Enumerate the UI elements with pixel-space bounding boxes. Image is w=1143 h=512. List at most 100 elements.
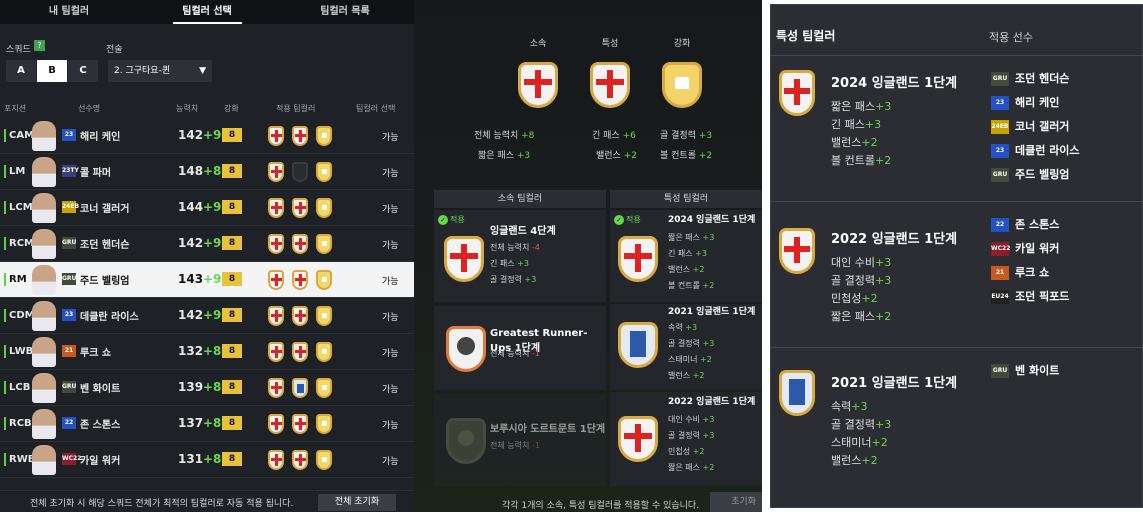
table-row[interactable]: RWB WC22 카일 워커 131 +8 8 가능 [0, 442, 414, 478]
availability-label[interactable]: 가능 [382, 454, 399, 467]
season-badge: GRU [62, 381, 76, 393]
panel-player[interactable]: GRU 벤 화이트 [991, 362, 1059, 378]
panel-player[interactable]: GRU 조던 헨더슨 [991, 70, 1069, 86]
tab-my-teamcolor[interactable]: 내 팀컬러 [0, 0, 138, 24]
table-row[interactable]: RM GRU 주드 벨링엄 143 +9 8 가능 [0, 262, 414, 298]
panel-player[interactable]: 23 데클런 라이스 [991, 142, 1080, 158]
panel-player[interactable]: WC22 카일 워커 [991, 240, 1059, 256]
position-label: RWB [4, 453, 35, 466]
squad-b-button[interactable]: B [37, 60, 67, 82]
panel-player[interactable]: 23 해리 케인 [991, 94, 1059, 110]
england-crest-icon [268, 270, 284, 290]
club-card-runnerups[interactable]: Greatest Runner-Ups 1단계 전체 능력치 -1 [434, 306, 606, 390]
reset-all-button[interactable]: 전체 초기화 [318, 494, 396, 511]
player-name: 데클란 라이스 [80, 312, 139, 323]
trait-card-2021[interactable]: 2021 잉글랜드 1단계 속력 +3 골 결정력 +3 스태미너 +2 밸런스… [610, 304, 762, 390]
england-2021-crest-icon [779, 370, 815, 416]
summary-stat: 전체 능력치 +8 [474, 131, 535, 141]
check-icon: ✓ [438, 215, 448, 225]
panel-player[interactable]: 21 루크 쇼 [991, 264, 1049, 280]
col-enhance: 강화 [224, 104, 239, 113]
player-name: 루크 쇼 [80, 348, 112, 359]
club-stat: 전체 능력치 -4 [490, 243, 540, 252]
club-card-dortmund[interactable]: 보루시아 도르트문트 1단계 전체 능력치 -1 [434, 394, 606, 486]
club-stat: 전체 능력치 -1 [490, 349, 540, 358]
col-player-name: 선수명 [78, 104, 101, 113]
england-crest-icon [292, 450, 308, 470]
panel-title: 특성 팀컬러 [776, 29, 836, 43]
table-row[interactable]: LM 23TY 콜 파머 148 +8 8 가능 [0, 154, 414, 190]
panel-player[interactable]: 24EB 코너 갤러거 [991, 118, 1069, 134]
table-row[interactable]: CDM 23 데클란 라이스 142 +9 8 가능 [0, 298, 414, 334]
trait-section-title: 특성 팀컬러 [610, 190, 762, 208]
player-avatar [32, 373, 56, 403]
panel-stat: 속력+3 [831, 400, 868, 413]
tab-teamcolor-list[interactable]: 팀컬러 목록 [276, 0, 414, 24]
availability-label[interactable]: 가능 [382, 202, 399, 215]
season-badge: 22 [991, 218, 1009, 232]
game-screen: 내 팀컬러 팀컬러 선택 팀컬러 목록 스쿼드 ? 전술 A B C 2. 그구… [0, 0, 762, 512]
availability-label[interactable]: 가능 [382, 238, 399, 251]
availability-label[interactable]: 가능 [382, 418, 399, 431]
trait-card-2022[interactable]: 2022 잉글랜드 1단계 대인 수비 +3 골 결정력 +3 민첩성 +2 짧… [610, 392, 762, 486]
england-2021-crest-icon [618, 322, 658, 368]
trait-stat: 밸런스 +2 [668, 371, 705, 380]
club-stat: 전체 능력치 -1 [490, 441, 540, 450]
availability-label[interactable]: 가능 [382, 274, 399, 287]
availability-label[interactable]: 가능 [382, 382, 399, 395]
position-label: LM [4, 165, 25, 178]
panel-stat: 스태미너+2 [831, 436, 888, 449]
availability-label[interactable]: 가능 [382, 310, 399, 323]
availability-label[interactable]: 가능 [382, 346, 399, 359]
panel-stat: 밸런스+2 [831, 136, 878, 149]
enhance-crest-icon [316, 126, 332, 146]
applied-badge: ✓ 적용 [438, 214, 465, 225]
england-crest-icon [268, 414, 284, 434]
help-icon[interactable]: ? [34, 40, 45, 51]
summary-stat: 긴 패스 +6 [592, 131, 636, 141]
panel-player[interactable]: EU24 조던 픽포드 [991, 288, 1069, 304]
player-avatar [32, 301, 56, 331]
player-name: 카일 워커 [80, 456, 121, 467]
england-crest-icon [779, 70, 815, 116]
table-row[interactable]: RCM GRU 조던 헨더슨 142 +9 8 가능 [0, 226, 414, 262]
england-crest-icon [268, 342, 284, 362]
season-badge: WC22 [991, 242, 1010, 256]
availability-label[interactable]: 가능 [382, 130, 399, 143]
enhance-level: 8 [222, 272, 242, 286]
england-crest-icon [444, 236, 484, 282]
check-icon: ✓ [614, 215, 624, 225]
table-row[interactable]: RCB 22 존 스톤스 137 +8 8 가능 [0, 406, 414, 442]
bottom-note: 각각 1개의 소속, 특성 팀컬러를 적용할 수 있습니다. [502, 501, 700, 511]
col-ovr: 능력치 [176, 104, 199, 113]
club-stat: 골 결정력 +3 [490, 275, 537, 284]
enhance-crest-icon [316, 378, 332, 398]
season-badge: GRU [62, 237, 76, 249]
player-ovr: 139 [178, 380, 204, 394]
squad-c-button[interactable]: C [68, 60, 98, 82]
ovr-bonus: +8 [203, 344, 222, 358]
squad-a-button[interactable]: A [6, 60, 36, 82]
panel-player[interactable]: GRU 주드 벨링엄 [991, 166, 1069, 182]
panel-block: 2022 잉글랜드 1단계 대인 수비+3 골 결정력+3 민첩성+2 짧은 패스+2 2… [771, 201, 1143, 347]
ovr-bonus: +9 [203, 272, 222, 286]
applied-badge: ✓ 적용 [614, 214, 641, 225]
reset-button[interactable]: 초기화 [710, 492, 762, 512]
cat-club: 소속 [529, 39, 547, 49]
tactic-dropdown[interactable]: 2. 그구타요-퀸 ▼ [108, 60, 212, 82]
england-2021-crest-icon [292, 378, 308, 398]
panel-block: 2024 잉글랜드 1단계 짧은 패스+3 긴 패스+3 밸런스+2 볼 컨트롤+2 GR… [771, 55, 1143, 201]
availability-label[interactable]: 가능 [382, 166, 399, 179]
club-name: 보루시아 도르트문트 1단계 [490, 424, 606, 435]
tab-teamcolor-select[interactable]: 팀컬러 선택 [138, 0, 276, 24]
table-row[interactable]: LCM 24EB 코너 갤러거 144 +9 8 가능 [0, 190, 414, 226]
table-row[interactable]: CAM 23 해리 케인 142 +9 8 가능 [0, 118, 414, 154]
table-row[interactable]: LWB 21 루크 쇼 132 +8 8 가능 [0, 334, 414, 370]
panel-player[interactable]: 22 존 스톤스 [991, 216, 1059, 232]
chevron-down-icon: ▼ [199, 66, 206, 76]
trait-stat: 짧은 패스 +2 [668, 463, 715, 472]
table-row[interactable]: LCB GRU 벤 화이트 139 +8 8 가능 [0, 370, 414, 406]
england-crest-icon [292, 126, 308, 146]
club-card-england[interactable]: ✓ 적용 잉글랜드 4단계 전체 능력치 -4 긴 패스 +3 골 결정력 +3 [434, 210, 606, 302]
trait-card-2024[interactable]: ✓ 적용 2024 잉글랜드 1단계 짧은 패스 +3 긴 패스 +3 밸런스 +… [610, 210, 762, 302]
